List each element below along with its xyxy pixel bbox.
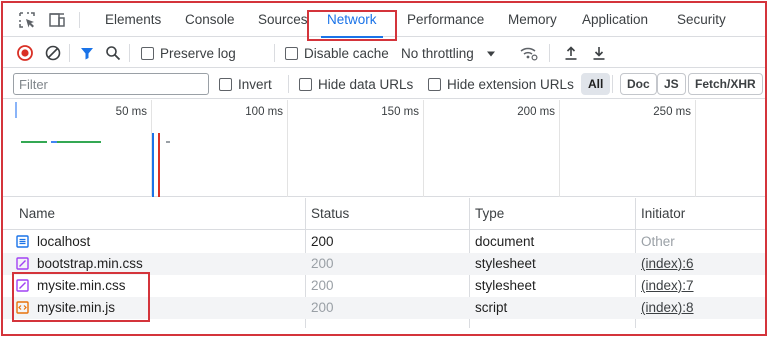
throttling-value: No throttling — [401, 45, 474, 61]
annotation-highlight-mysite-files — [12, 272, 150, 322]
invert-box[interactable] — [219, 77, 232, 91]
timeline-label: 100 ms — [245, 106, 283, 118]
timeline-bar-resource — [57, 141, 101, 143]
hide-extension-urls-box[interactable] — [428, 77, 441, 91]
filter-chip-fetch-xhr[interactable]: Fetch/XHR — [688, 73, 763, 95]
timeline-overview[interactable]: 50 ms 100 ms 150 ms 200 ms 250 ms — [3, 100, 765, 197]
tab-sources[interactable]: Sources — [252, 3, 314, 37]
header-name[interactable]: Name — [13, 198, 55, 230]
filter-chip-all[interactable]: All — [581, 73, 611, 95]
clear-icon — [43, 43, 63, 63]
timeline-gridline — [559, 100, 560, 197]
request-type: stylesheet — [475, 256, 536, 271]
filter-divider — [288, 75, 289, 93]
tab-divider — [79, 12, 80, 28]
toolbar-divider — [129, 44, 130, 62]
timeline-bar-document — [21, 141, 47, 143]
request-status: 200 — [311, 300, 334, 315]
stylesheet-icon — [16, 257, 29, 270]
toolbar-divider — [274, 44, 275, 62]
domcontentloaded-marker — [152, 133, 154, 197]
toolbar-divider — [549, 44, 550, 62]
load-event-marker — [158, 133, 160, 197]
tab-elements[interactable]: Elements — [99, 3, 167, 37]
hide-data-urls-label: Hide data URLs — [318, 76, 414, 92]
toolbar-divider — [69, 44, 70, 62]
network-toolbar: Preserve log Disable cache No throttling — [3, 38, 765, 68]
device-toolbar-icon[interactable] — [47, 10, 67, 30]
export-har-button[interactable] — [589, 38, 609, 68]
initiator-link[interactable]: (index):8 — [641, 297, 694, 319]
timeline-selection-handle[interactable] — [15, 102, 17, 118]
hide-extension-urls-checkbox[interactable]: Hide extension URLs — [428, 69, 574, 99]
upload-icon — [561, 43, 581, 63]
disable-cache-label: Disable cache — [304, 45, 389, 61]
annotation-highlight-network-tab — [307, 10, 397, 41]
filter-toggle-button[interactable] — [77, 38, 97, 68]
disable-cache-box[interactable] — [285, 46, 298, 60]
timeline-gridline — [695, 100, 696, 197]
filter-chip-js[interactable]: JS — [657, 73, 686, 95]
preserve-log-checkbox[interactable]: Preserve log — [141, 38, 236, 68]
timeline-bar-resource — [51, 141, 57, 143]
timeline-label: 200 ms — [517, 106, 555, 118]
network-conditions-button[interactable] — [519, 38, 539, 68]
request-status: 200 — [311, 256, 334, 271]
invert-checkbox[interactable]: Invert — [219, 69, 272, 99]
request-type: script — [475, 300, 508, 315]
inspect-element-icon[interactable] — [17, 10, 37, 30]
request-name: localhost — [37, 234, 91, 249]
record-button[interactable] — [15, 38, 35, 68]
table-row[interactable]: localhost 200 document Other — [3, 231, 765, 253]
hide-data-urls-box[interactable] — [299, 77, 312, 91]
preserve-log-box[interactable] — [141, 46, 154, 60]
header-type[interactable]: Type — [469, 198, 504, 230]
header-status[interactable]: Status — [305, 198, 349, 230]
tab-application[interactable]: Application — [576, 3, 654, 37]
search-button[interactable] — [103, 38, 123, 68]
filter-bar: Invert Hide data URLs Hide extension URL… — [3, 69, 765, 99]
download-icon — [589, 43, 609, 63]
import-har-button[interactable] — [561, 38, 581, 68]
initiator-link[interactable]: (index):7 — [641, 275, 694, 297]
filter-chip-doc[interactable]: Doc — [620, 73, 657, 95]
request-type: document — [475, 234, 535, 249]
timeline-label: 50 ms — [115, 106, 147, 118]
request-initiator: Other — [641, 234, 675, 249]
request-status: 200 — [311, 234, 334, 249]
wifi-settings-icon — [519, 43, 539, 63]
initiator-link[interactable]: (index):6 — [641, 253, 694, 275]
disable-cache-checkbox[interactable]: Disable cache — [285, 38, 389, 68]
tab-memory[interactable]: Memory — [502, 3, 563, 37]
timeline-label: 250 ms — [653, 106, 691, 118]
tab-performance[interactable]: Performance — [401, 3, 490, 37]
tab-console[interactable]: Console — [179, 3, 241, 37]
filter-input[interactable] — [13, 73, 209, 95]
timeline-gridline — [287, 100, 288, 197]
timeline-gridline — [423, 100, 424, 197]
clear-button[interactable] — [43, 38, 63, 68]
tab-security[interactable]: Security — [671, 3, 732, 37]
timeline-label: 150 ms — [381, 106, 419, 118]
hide-data-urls-checkbox[interactable]: Hide data URLs — [299, 69, 413, 99]
request-type: stylesheet — [475, 278, 536, 293]
document-icon — [16, 235, 29, 248]
preserve-log-label: Preserve log — [160, 45, 236, 61]
dropdown-arrow-icon — [486, 46, 496, 61]
filter-divider — [612, 75, 613, 93]
search-icon — [103, 43, 123, 63]
record-stop-icon — [15, 43, 35, 63]
header-initiator[interactable]: Initiator — [635, 198, 685, 230]
hide-extension-urls-label: Hide extension URLs — [447, 76, 574, 92]
filter-funnel-icon — [77, 43, 97, 63]
table-header: Name Status Type Initiator — [3, 198, 765, 230]
timeline-bar-resource — [166, 141, 170, 143]
throttling-dropdown[interactable]: No throttling — [401, 38, 496, 68]
invert-label: Invert — [238, 76, 272, 92]
request-status: 200 — [311, 278, 334, 293]
